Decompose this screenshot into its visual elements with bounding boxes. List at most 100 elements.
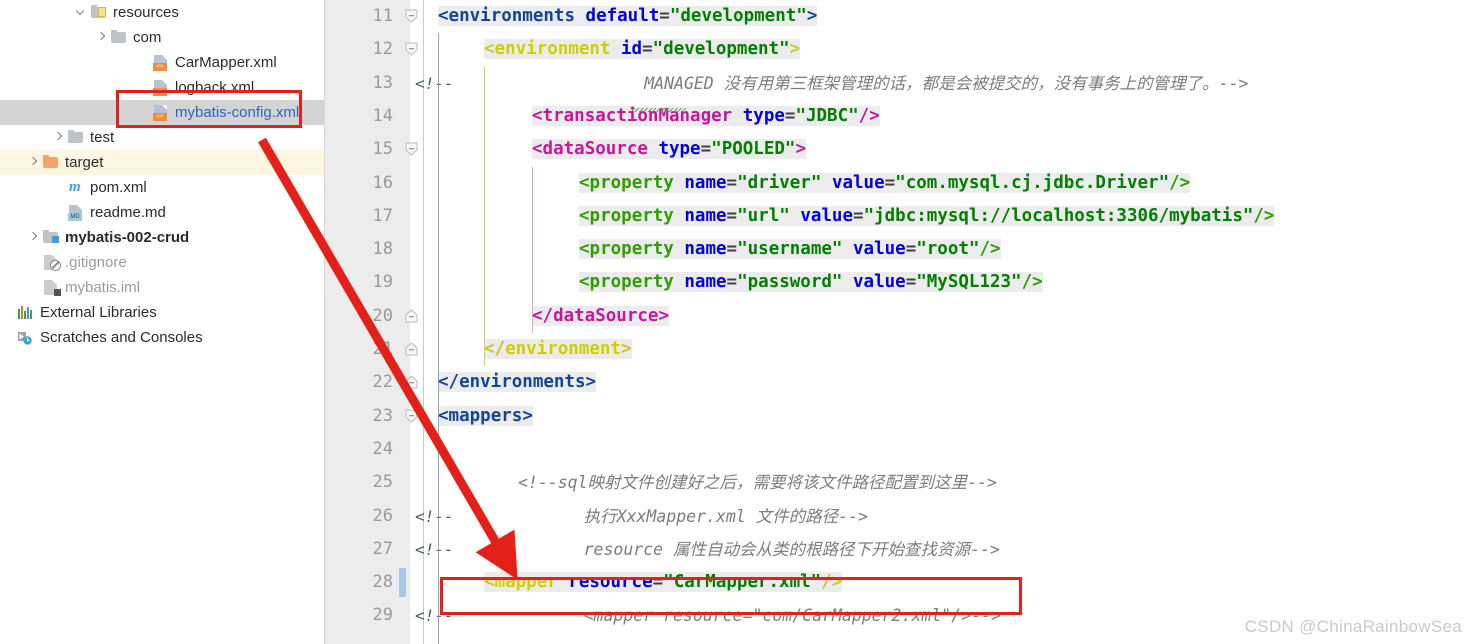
- tree-expand-arrow[interactable]: [75, 6, 88, 19]
- line-number: 15: [372, 139, 393, 160]
- ignored-file-icon: [42, 254, 61, 271]
- tree-item-label: .gitignore: [65, 254, 127, 271]
- csdn-watermark: CSDN @ChinaRainbowSea: [1244, 617, 1462, 636]
- scratches-icon: [17, 329, 35, 346]
- tree-item-label: Scratches and Consoles: [40, 329, 203, 346]
- tree-item-mybatis-iml[interactable]: mybatis.iml: [0, 275, 325, 300]
- spellcheck-squiggle: [630, 108, 686, 112]
- tree-item-label: resources: [113, 4, 179, 21]
- indent-guide: [532, 166, 533, 333]
- line-number: 28: [372, 572, 393, 593]
- line-number: 11: [372, 6, 393, 26]
- code-line[interactable]: <environments default="development">: [438, 0, 818, 33]
- line-number: 13: [372, 72, 393, 93]
- code-line[interactable]: </dataSource>: [532, 300, 669, 333]
- tree-item-test[interactable]: test: [0, 125, 325, 150]
- markdown-file-icon: MD: [67, 204, 85, 221]
- line-number: 23: [372, 405, 393, 426]
- fold-toggle-icon[interactable]: [404, 142, 419, 157]
- tree-expand-arrow[interactable]: [52, 131, 65, 144]
- ide-window: resources com <> CarMapper.xml <> logback.xml…: [0, 0, 1476, 644]
- tree-arrow-spacer: [27, 256, 40, 269]
- tree-expand-arrow[interactable]: [27, 231, 40, 244]
- tree-item-external-libraries[interactable]: External Libraries: [0, 300, 325, 325]
- fold-toggle-icon[interactable]: [404, 9, 419, 24]
- line-number: 25: [372, 472, 393, 493]
- tree-arrow-spacer: [52, 206, 65, 219]
- tree-arrow-spacer: [52, 181, 65, 194]
- tree-item-label: CarMapper.xml: [175, 54, 277, 71]
- code-comment[interactable]: MANAGED 没有用第三框架管理的话，都是会被提交的，没有事务上的管理了。--…: [525, 67, 1248, 100]
- tree-item-label: target: [65, 154, 104, 171]
- tree-item-label: com: [133, 29, 162, 46]
- tree-arrow-spacer: [137, 56, 150, 69]
- tree-expand-arrow[interactable]: [95, 31, 108, 44]
- tree-arrow-spacer: [2, 306, 15, 319]
- collapsed-comment-marker: <!--: [415, 539, 454, 559]
- tree-item-label: mybatis-002-crud: [65, 229, 190, 246]
- line-number: 17: [372, 205, 393, 226]
- external-libraries-icon: [17, 304, 35, 321]
- line-number: 29: [372, 605, 393, 626]
- tree-item-mybatis-002-crud[interactable]: mybatis-002-crud: [0, 225, 325, 250]
- code-line[interactable]: <environment id="development">: [484, 33, 801, 66]
- fold-toggle-icon[interactable]: [404, 309, 419, 324]
- folder-orange-icon: [42, 154, 60, 171]
- tree-item-label: External Libraries: [40, 304, 157, 321]
- vcs-change-marker[interactable]: [399, 568, 406, 598]
- code-line[interactable]: <dataSource type="POOLED">: [532, 133, 806, 166]
- iml-file-icon: [42, 279, 61, 296]
- project-tree[interactable]: resources com <> CarMapper.xml <> logback.xml…: [0, 0, 325, 350]
- code-line[interactable]: <property name="url" value="jdbc:mysql:/…: [579, 200, 1275, 233]
- tree-item-scratches-and-consoles[interactable]: Scratches and Consoles: [0, 325, 325, 350]
- tree-item-label: readme.md: [90, 204, 166, 221]
- line-number: 24: [372, 438, 393, 459]
- line-number: 21: [372, 339, 393, 359]
- folder-icon: [67, 129, 85, 146]
- tree-expand-arrow[interactable]: [27, 156, 40, 169]
- collapsed-comment-marker: <!--: [415, 73, 454, 93]
- annotation-box-mapper-line: [440, 577, 1022, 615]
- tree-item-label: pom.xml: [90, 179, 147, 196]
- code-line[interactable]: <property name="driver" value="com.mysql…: [579, 167, 1191, 200]
- indent-guide: [438, 433, 439, 644]
- tree-item-pom-xml[interactable]: m pom.xml: [0, 175, 325, 200]
- line-number: 19: [372, 272, 393, 293]
- code-line[interactable]: </environments>: [438, 366, 597, 399]
- line-number: 27: [372, 538, 393, 559]
- code-line[interactable]: </environment>: [484, 333, 632, 366]
- tree-item-carmapper-xml[interactable]: <> CarMapper.xml: [0, 50, 325, 75]
- fold-toggle-icon[interactable]: [404, 375, 419, 390]
- tree-item-readme-md[interactable]: MD readme.md: [0, 200, 325, 225]
- tree-item-label: test: [90, 129, 115, 146]
- tree-item-resources[interactable]: resources: [0, 0, 325, 25]
- code-line[interactable]: <property name="password" value="MySQL12…: [579, 266, 1043, 299]
- code-comment[interactable]: resource 属性自动会从类的根路径下开始查找资源-->: [524, 533, 1000, 566]
- fold-toggle-icon[interactable]: [404, 342, 419, 357]
- code-comment[interactable]: 执行XxxMapper.xml 文件的路径-->: [524, 500, 868, 533]
- code-line[interactable]: <mappers>: [438, 400, 533, 433]
- code-editor[interactable]: 11 <environments default="development"> 12…: [325, 0, 1476, 644]
- module-folder-icon: [42, 229, 60, 246]
- line-number: 14: [372, 105, 393, 126]
- maven-icon: m: [69, 179, 81, 195]
- indent-guide: [438, 33, 439, 433]
- folder-icon: [110, 29, 128, 46]
- line-number: 26: [372, 505, 393, 526]
- code-comment[interactable]: <!--sql映射文件创建好之后，需要将该文件路径配置到这里-->: [518, 466, 997, 499]
- collapsed-comment-marker: <!--: [415, 506, 454, 526]
- code-line[interactable]: <transactionManager type="JDBC"/>: [532, 100, 880, 133]
- tree-arrow-spacer: [2, 331, 15, 344]
- tree-arrow-spacer: [27, 281, 40, 294]
- fold-toggle-icon[interactable]: [404, 409, 419, 424]
- tree-item-target[interactable]: target: [0, 150, 325, 175]
- line-number: 20: [372, 305, 393, 326]
- indent-guide: [484, 66, 485, 367]
- code-content[interactable]: 11 <environments default="development"> 12…: [325, 0, 1476, 644]
- folder-resources-icon: [90, 4, 108, 21]
- code-line[interactable]: <property name="username" value="root"/>: [579, 233, 1001, 266]
- annotation-box-sidebar-file: [116, 90, 302, 128]
- fold-toggle-icon[interactable]: [404, 42, 419, 57]
- tree-item-gitignore[interactable]: .gitignore: [0, 250, 325, 275]
- tree-item-com[interactable]: com: [0, 25, 325, 50]
